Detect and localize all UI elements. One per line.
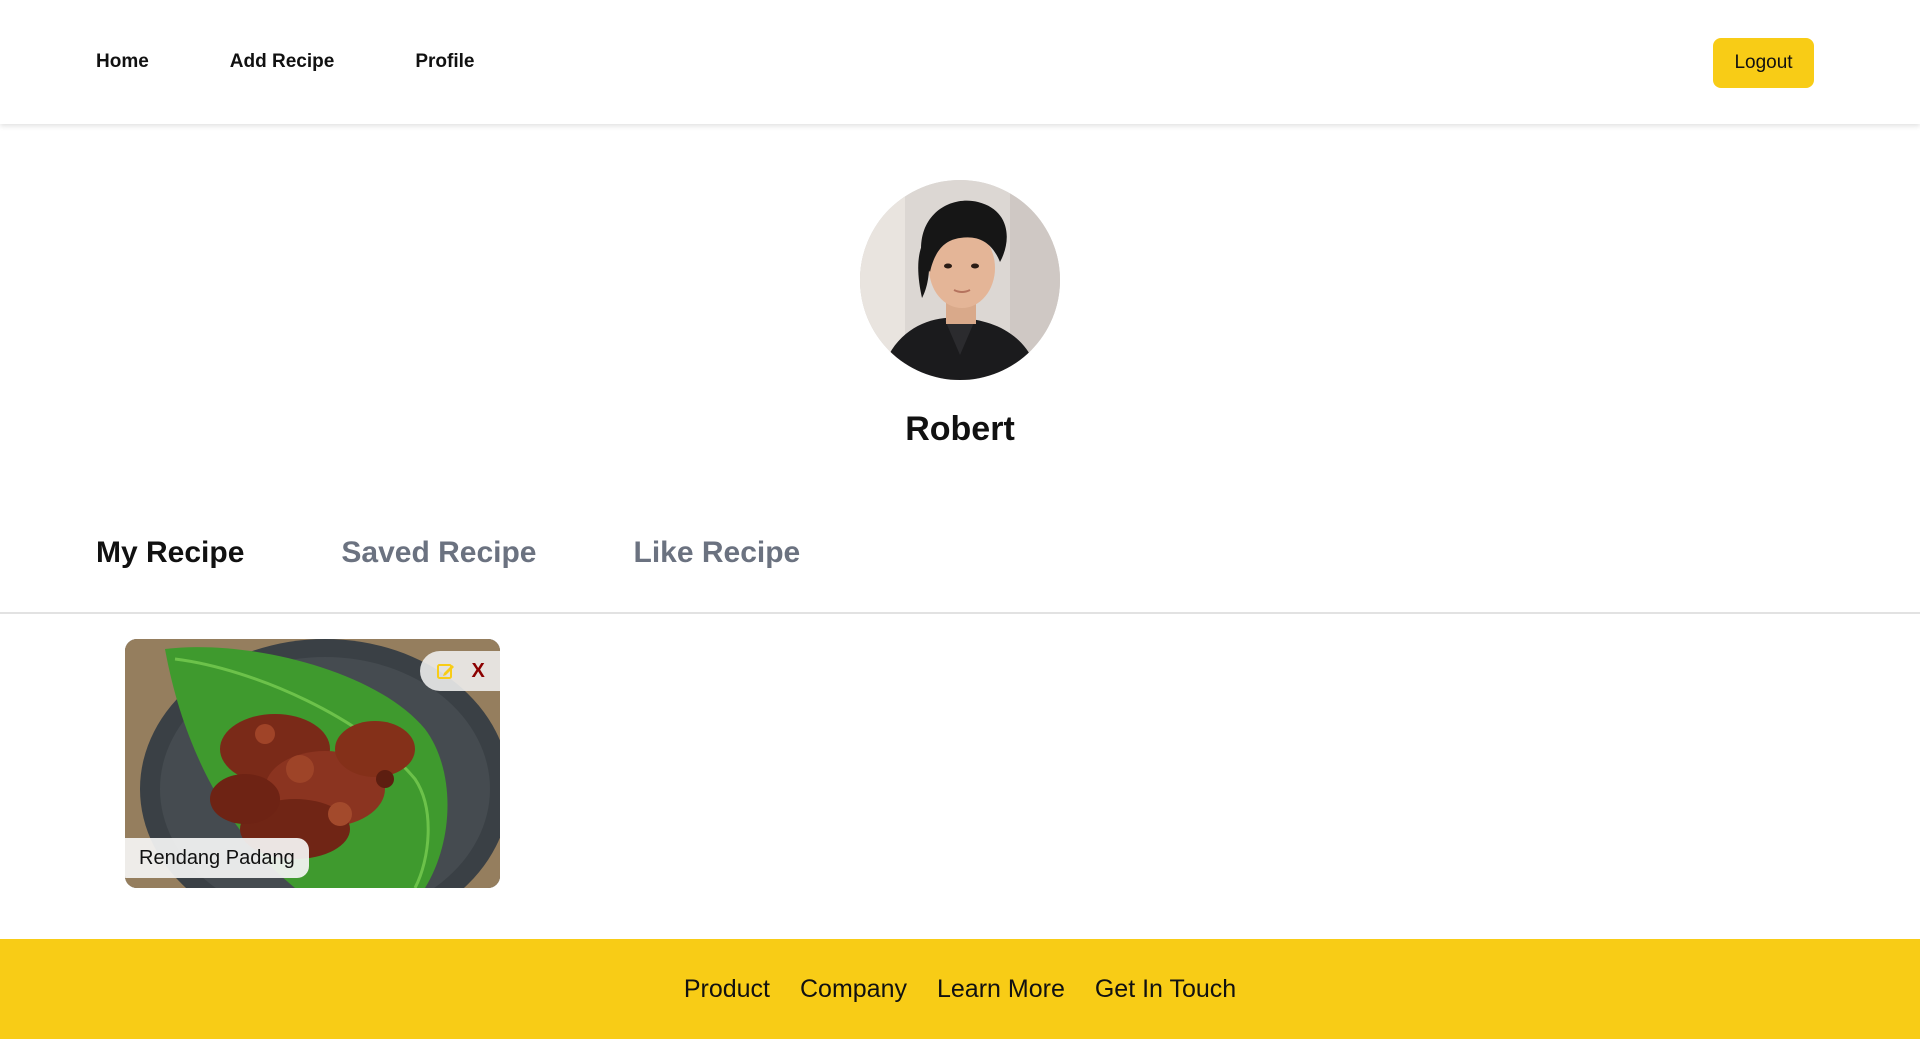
tab-my-recipe[interactable]: My Recipe (96, 536, 244, 570)
nav-link-profile[interactable]: Profile (415, 51, 474, 73)
tab-saved-recipe[interactable]: Saved Recipe (341, 536, 536, 570)
recipe-tabs: My Recipe Saved Recipe Like Recipe (96, 536, 897, 570)
nav-links: Home Add Recipe Profile (96, 51, 555, 73)
footer-link-product[interactable]: Product (684, 975, 770, 1004)
card-actions: X (420, 651, 500, 691)
nav-link-add-recipe[interactable]: Add Recipe (230, 51, 335, 73)
nav-link-home[interactable]: Home (96, 51, 149, 73)
delete-button[interactable]: X (471, 660, 484, 683)
tab-like-recipe[interactable]: Like Recipe (634, 536, 801, 570)
logout-button[interactable]: Logout (1713, 38, 1814, 88)
profile-section: Robert (0, 180, 1920, 449)
footer: Product Company Learn More Get In Touch (0, 939, 1920, 1039)
navbar: Home Add Recipe Profile Logout (0, 0, 1920, 124)
recipe-card[interactable]: X Rendang Padang (125, 639, 500, 888)
edit-icon[interactable] (435, 660, 457, 682)
footer-link-get-in-touch[interactable]: Get In Touch (1095, 975, 1236, 1004)
profile-name: Robert (905, 410, 1015, 448)
footer-link-company[interactable]: Company (800, 975, 907, 1004)
recipe-title: Rendang Padang (125, 838, 309, 878)
tabs-divider (0, 612, 1920, 614)
footer-link-learn-more[interactable]: Learn More (937, 975, 1065, 1004)
avatar (860, 180, 1060, 380)
avatar-image (860, 180, 1060, 380)
